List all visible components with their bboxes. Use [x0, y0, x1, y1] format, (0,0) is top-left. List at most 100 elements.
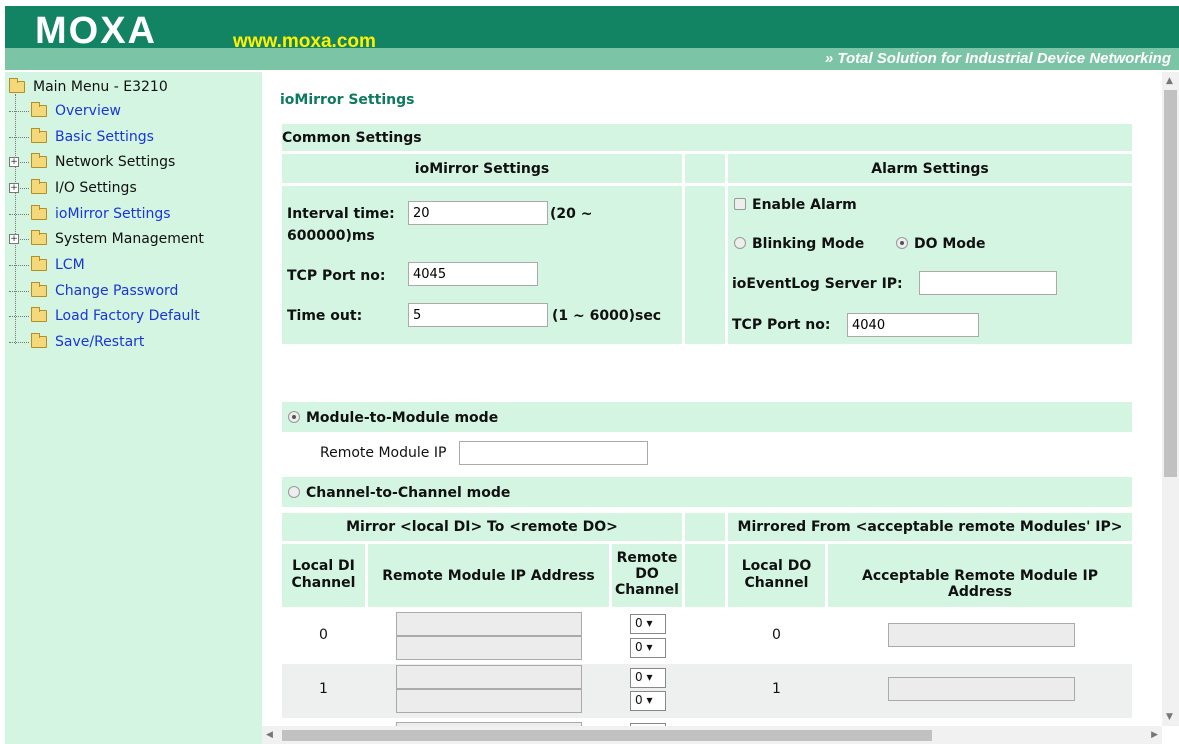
- folder-icon: [31, 153, 47, 168]
- folder-icon: [31, 333, 47, 348]
- expand-icon[interactable]: +: [9, 157, 19, 167]
- do-mode-label: DO Mode: [914, 236, 986, 252]
- scroll-right-icon[interactable]: ▶: [1151, 730, 1158, 740]
- row1-accept-ip: [888, 677, 1075, 701]
- row0-local-do: 0: [772, 627, 781, 643]
- folder-icon: [31, 282, 47, 297]
- header-tagline: » Total Solution for Industrial Device N…: [824, 50, 1171, 67]
- channel-mode-radio[interactable]: [288, 486, 300, 498]
- iomirror-heading-label: ioMirror Settings: [414, 161, 550, 177]
- horizontal-scrollbar[interactable]: ◀ ▶: [262, 726, 1162, 744]
- module-mode-row: Module-to-Module mode: [282, 402, 1132, 432]
- iomirror-settings-heading: ioMirror Settings: [282, 154, 682, 183]
- alarm-tcp-port-label: TCP Port no:: [732, 317, 831, 333]
- mirror-heading-label: Mirror <local DI> To <remote DO>: [346, 519, 618, 535]
- sidebar-root[interactable]: Main Menu - E3210: [9, 76, 168, 98]
- timeout-range: (1 ~ 6000)sec: [552, 308, 662, 324]
- interval-label: Interval time:: [287, 206, 395, 222]
- server-ip-label: ioEventLog Server IP:: [732, 276, 903, 292]
- sidebar-item-lcm[interactable]: LCM: [9, 254, 85, 276]
- spacer-cell: [685, 513, 725, 541]
- common-settings-header: Common Settings: [282, 124, 1132, 151]
- server-ip-input[interactable]: [919, 271, 1057, 295]
- vertical-scroll-thumb[interactable]: [1164, 90, 1177, 477]
- tcp-port-label: TCP Port no:: [287, 268, 386, 284]
- module-mode-label: Module-to-Module mode: [306, 410, 499, 426]
- sidebar-item-change-password[interactable]: Change Password: [9, 280, 178, 302]
- sidebar-item-label: Save/Restart: [55, 334, 145, 350]
- do-mode-radio[interactable]: [896, 237, 908, 249]
- row0-do-select-b[interactable]: 0 ▾: [630, 638, 666, 658]
- col-remote-ip-label: Remote Module IP Address: [382, 568, 595, 584]
- row1-do-select-b[interactable]: 0 ▾: [630, 691, 666, 711]
- sidebar-root-label: Main Menu - E3210: [33, 79, 168, 95]
- row1-remote-ip-b: [396, 689, 582, 713]
- sidebar-item-network-settings[interactable]: + Network Settings: [9, 151, 175, 173]
- spacer-cell: [685, 186, 725, 344]
- row0-di: 0: [319, 627, 328, 643]
- row0-do-select-a[interactable]: 0 ▾: [630, 614, 666, 634]
- scroll-left-icon[interactable]: ◀: [266, 730, 273, 740]
- folder-icon: [31, 179, 47, 194]
- sidebar-item-system-management[interactable]: + System Management: [9, 228, 204, 250]
- col-accept-ip: Acceptable Remote Module IP Address: [828, 544, 1132, 607]
- row0-remote-ip-b: [396, 636, 582, 660]
- sidebar-item-save-restart[interactable]: Save/Restart: [9, 331, 144, 353]
- scroll-up-icon[interactable]: ▲: [1166, 76, 1173, 86]
- vertical-scrollbar[interactable]: ▲ ▼: [1162, 72, 1179, 726]
- interval-range-unit: 600000)ms: [287, 228, 375, 244]
- enable-alarm-checkbox[interactable]: [734, 198, 746, 210]
- interval-range: (20 ~: [550, 206, 593, 222]
- sidebar-item-label: Network Settings: [55, 154, 176, 170]
- remote-module-ip-label: Remote Module IP: [320, 445, 447, 461]
- row1-di: 1: [319, 681, 328, 697]
- sidebar-item-overview[interactable]: Overview: [9, 100, 121, 122]
- col-local-di: Local DI Channel: [282, 544, 365, 607]
- alarm-settings-panel: Enable Alarm Blinking Mode DO Mode ioEve…: [728, 186, 1132, 344]
- horizontal-scroll-thumb[interactable]: [282, 730, 932, 741]
- sidebar-item-basic-settings[interactable]: Basic Settings: [9, 126, 154, 148]
- tcp-port-input[interactable]: [408, 262, 538, 286]
- col-remote-ip: Remote Module IP Address: [368, 544, 609, 607]
- iomirror-settings-panel: Interval time: (20 ~ 600000)ms TCP Port …: [282, 186, 682, 344]
- row0-accept-ip: [888, 623, 1075, 647]
- row1-remote-ip-a: [396, 665, 582, 689]
- sidebar-item-iomirror-settings[interactable]: ioMirror Settings: [9, 203, 171, 225]
- page-title: ioMirror Settings: [280, 92, 415, 108]
- folder-icon: [31, 307, 47, 322]
- blinking-mode-label: Blinking Mode: [752, 236, 865, 252]
- spacer-cell: [685, 544, 725, 607]
- sidebar-item-load-factory-default[interactable]: Load Factory Default: [9, 305, 200, 327]
- sidebar-item-label: Change Password: [55, 283, 179, 299]
- sidebar-item-label: LCM: [55, 257, 85, 273]
- row0-remote-ip-a: [396, 612, 582, 636]
- sidebar-item-label: Basic Settings: [55, 129, 154, 145]
- sidebar-item-label: ioMirror Settings: [55, 206, 171, 222]
- alarm-tcp-port-input[interactable]: [847, 313, 979, 337]
- col-accept-ip-label: Acceptable Remote Module IP Address: [862, 568, 1098, 600]
- folder-icon: [31, 205, 47, 220]
- alarm-heading-label: Alarm Settings: [871, 161, 989, 177]
- sidebar-item-io-settings[interactable]: + I/O Settings: [9, 177, 137, 199]
- row1-do-select-a[interactable]: 0 ▾: [630, 668, 666, 688]
- timeout-input[interactable]: [408, 303, 548, 327]
- folder-icon: [31, 256, 47, 271]
- alarm-settings-heading: Alarm Settings: [728, 154, 1132, 183]
- interval-time-input[interactable]: [408, 201, 548, 225]
- expand-icon[interactable]: +: [9, 183, 19, 193]
- site-link[interactable]: www.moxa.com: [233, 31, 376, 53]
- channel-mode-row: Channel-to-Channel mode: [282, 477, 1132, 507]
- remote-module-ip-input[interactable]: [459, 441, 648, 465]
- open-folder-icon: [9, 78, 25, 93]
- sidebar-item-label: Load Factory Default: [55, 308, 200, 324]
- expand-icon[interactable]: +: [9, 234, 19, 244]
- blinking-mode-radio[interactable]: [734, 237, 746, 249]
- module-mode-radio[interactable]: [288, 411, 300, 423]
- col-local-do: Local DO Channel: [728, 544, 825, 607]
- mirrored-heading-label: Mirrored From <acceptable remote Modules…: [737, 519, 1123, 535]
- scroll-down-icon[interactable]: ▼: [1166, 712, 1173, 722]
- enable-alarm-label: Enable Alarm: [752, 197, 857, 213]
- sidebar-item-label: System Management: [55, 231, 204, 247]
- channel-mode-label: Channel-to-Channel mode: [306, 485, 511, 501]
- mirrored-heading: Mirrored From <acceptable remote Modules…: [728, 513, 1132, 541]
